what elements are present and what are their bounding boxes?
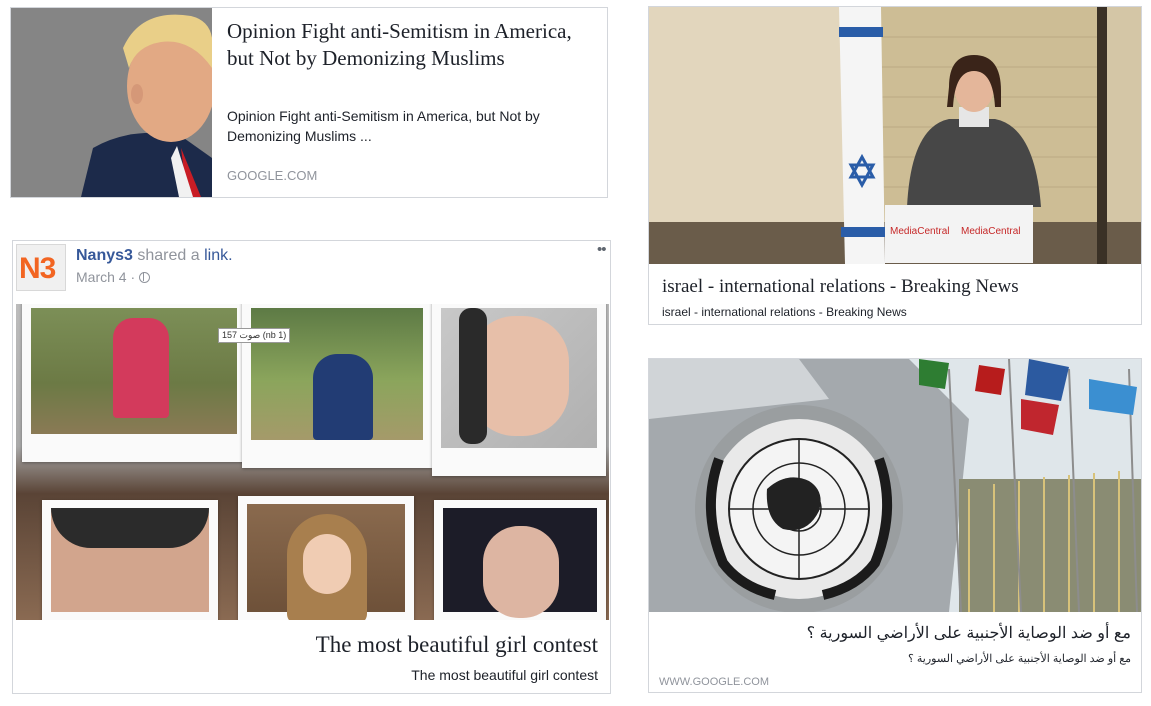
un-emblem-scene-illustration [649,359,1141,612]
photo-frame-5 [238,496,414,620]
page-logo[interactable]: N3 [16,244,66,291]
podium-sign-right: MediaCentral [961,226,1021,237]
photo-label: صوت 157 (nb 1) [218,328,291,343]
photo-frame-2: صوت 157 (nb 1) [218,304,432,468]
link-preview-card-un[interactable]: مع أو ضد الوصاية الأجنبية على الأراضي ال… [648,358,1142,693]
card-domain: WWW.GOOGLE.COM [659,676,769,688]
photo-frame-6 [434,500,606,620]
globe-icon [139,272,151,283]
un-building-image[interactable] [649,359,1141,612]
link-preview-card-israel[interactable]: MediaCentral MediaCentral israel - inter… [648,6,1142,325]
card-title[interactable]: مع أو ضد الوصاية الأجنبية على الأراضي ال… [661,623,1131,645]
card-domain: GOOGLE.COM [227,168,318,183]
speaker-at-podium-image[interactable]: MediaCentral MediaCentral [649,7,1141,264]
man-portrait-thumbnail[interactable] [11,8,212,197]
card-description: israel - international relations - Break… [662,305,907,319]
photo-frame-4 [42,500,218,620]
podium-sign-left: MediaCentral [890,226,950,237]
facebook-shared-post[interactable]: N3 Nanys3 shared a link. March 4 · •• صو… [12,240,611,694]
page-logo-text: N3 [19,252,56,285]
post-header: Nanys3 shared a link. [76,246,233,266]
shared-text: shared a [132,247,205,264]
card-title[interactable]: israel - international relations - Break… [662,275,1132,299]
photo-frame-3 [432,304,606,476]
card-title[interactable]: The most beautiful girl contest [316,631,598,659]
post-date: March 4 · [76,269,151,285]
card-title[interactable]: Opinion Fight anti-Semitism in America, … [227,18,597,72]
portrait-illustration [11,8,212,197]
ellipsis-icon[interactable]: •• [597,241,606,258]
card-description: Opinion Fight anti-Semitism in America, … [227,108,540,144]
card-description: The most beautiful girl contest [411,667,598,683]
post-date-text[interactable]: March 4 · [76,269,135,285]
card-description: مع أو ضد الوصاية الأجنبية على الأراضي ال… [908,653,1131,665]
photo-frame-1 [22,304,246,462]
shared-link[interactable]: link. [204,247,232,264]
link-preview-card-opinion[interactable]: Opinion Fight anti-Semitism in America, … [10,7,608,198]
author-link[interactable]: Nanys3 [76,247,133,264]
collage-image[interactable]: صوت 157 (nb 1) [16,304,609,620]
